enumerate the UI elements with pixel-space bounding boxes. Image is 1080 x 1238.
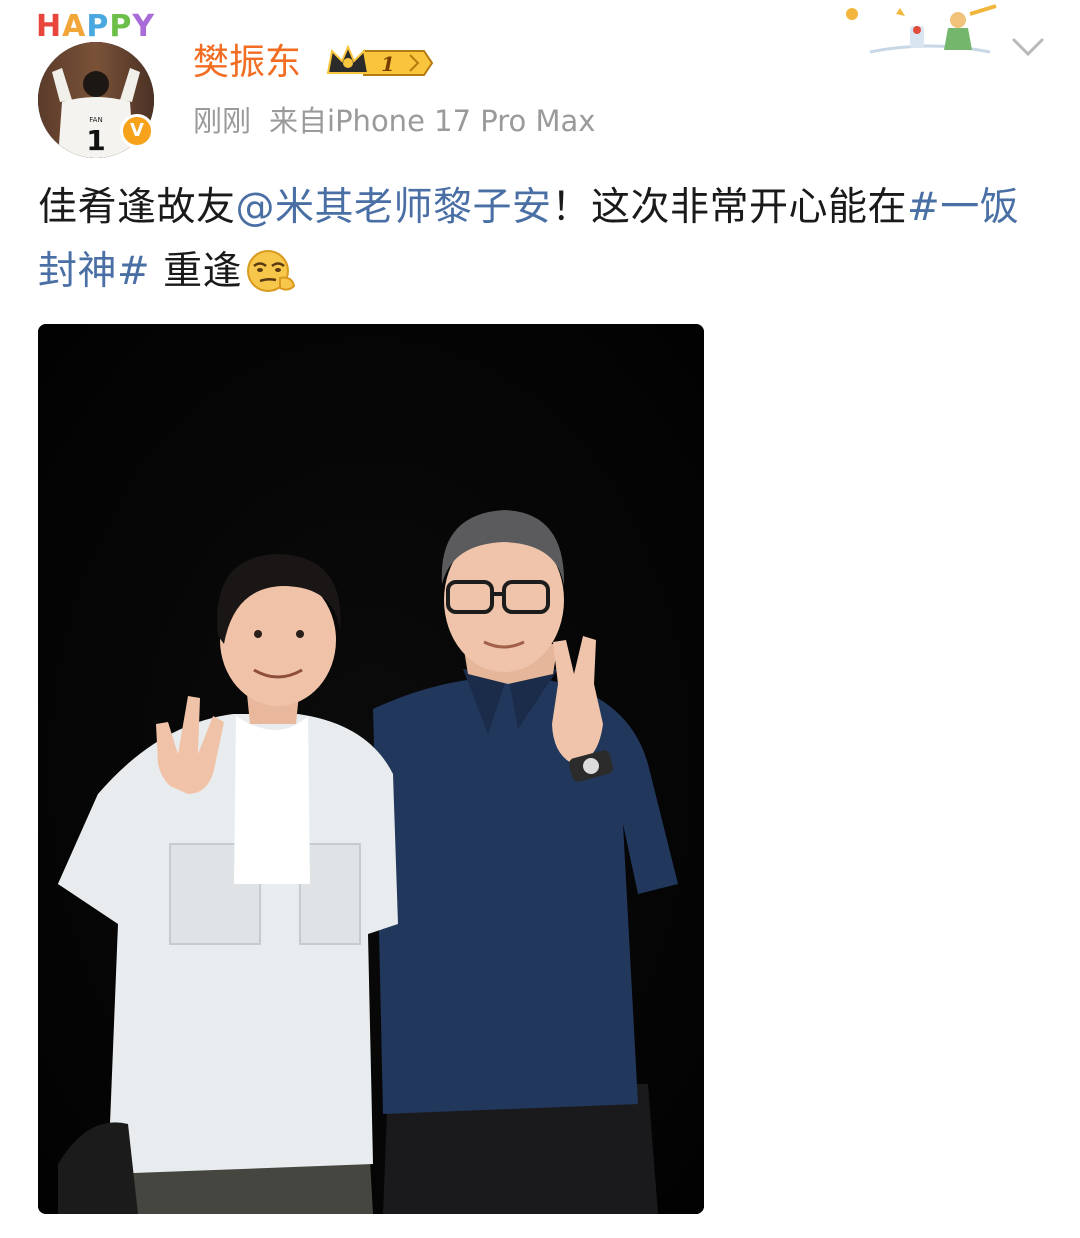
username[interactable]: 樊振东 — [193, 40, 301, 86]
jersey-number: 1 — [86, 124, 105, 157]
vip-level: 1 — [381, 52, 395, 76]
crown-icon: 1 — [326, 44, 434, 76]
smirk-emoji-icon — [242, 248, 298, 294]
post-time: 刚刚 — [193, 104, 252, 138]
mention-link[interactable]: @米其老师黎子安 — [236, 185, 552, 230]
post-text-middle: ！这次非常开心能在 — [551, 185, 908, 230]
avatar-block[interactable]: HAPPY FAN 1 V — [34, 9, 164, 158]
vip-badge[interactable]: 1 — [324, 43, 434, 83]
post-text: 佳肴逢故友@米其老师黎子安！这次非常开心能在#一饭封神# 重逢 — [38, 176, 1048, 304]
chevron-down-icon[interactable] — [1010, 36, 1046, 60]
post-meta: 刚刚 来自iPhone 17 Pro Max — [193, 102, 595, 140]
post-photo[interactable] — [38, 324, 704, 1214]
jersey-name: FAN — [89, 116, 102, 124]
avatar-happy-caption: HAPPY — [36, 9, 156, 44]
verified-badge: V — [120, 114, 154, 148]
post-text-start: 佳肴逢故友 — [38, 185, 236, 230]
post-text-end: 重逢 — [150, 249, 243, 294]
card-decoration — [840, 0, 1010, 60]
post-source[interactable]: 来自iPhone 17 Pro Max — [269, 104, 595, 138]
